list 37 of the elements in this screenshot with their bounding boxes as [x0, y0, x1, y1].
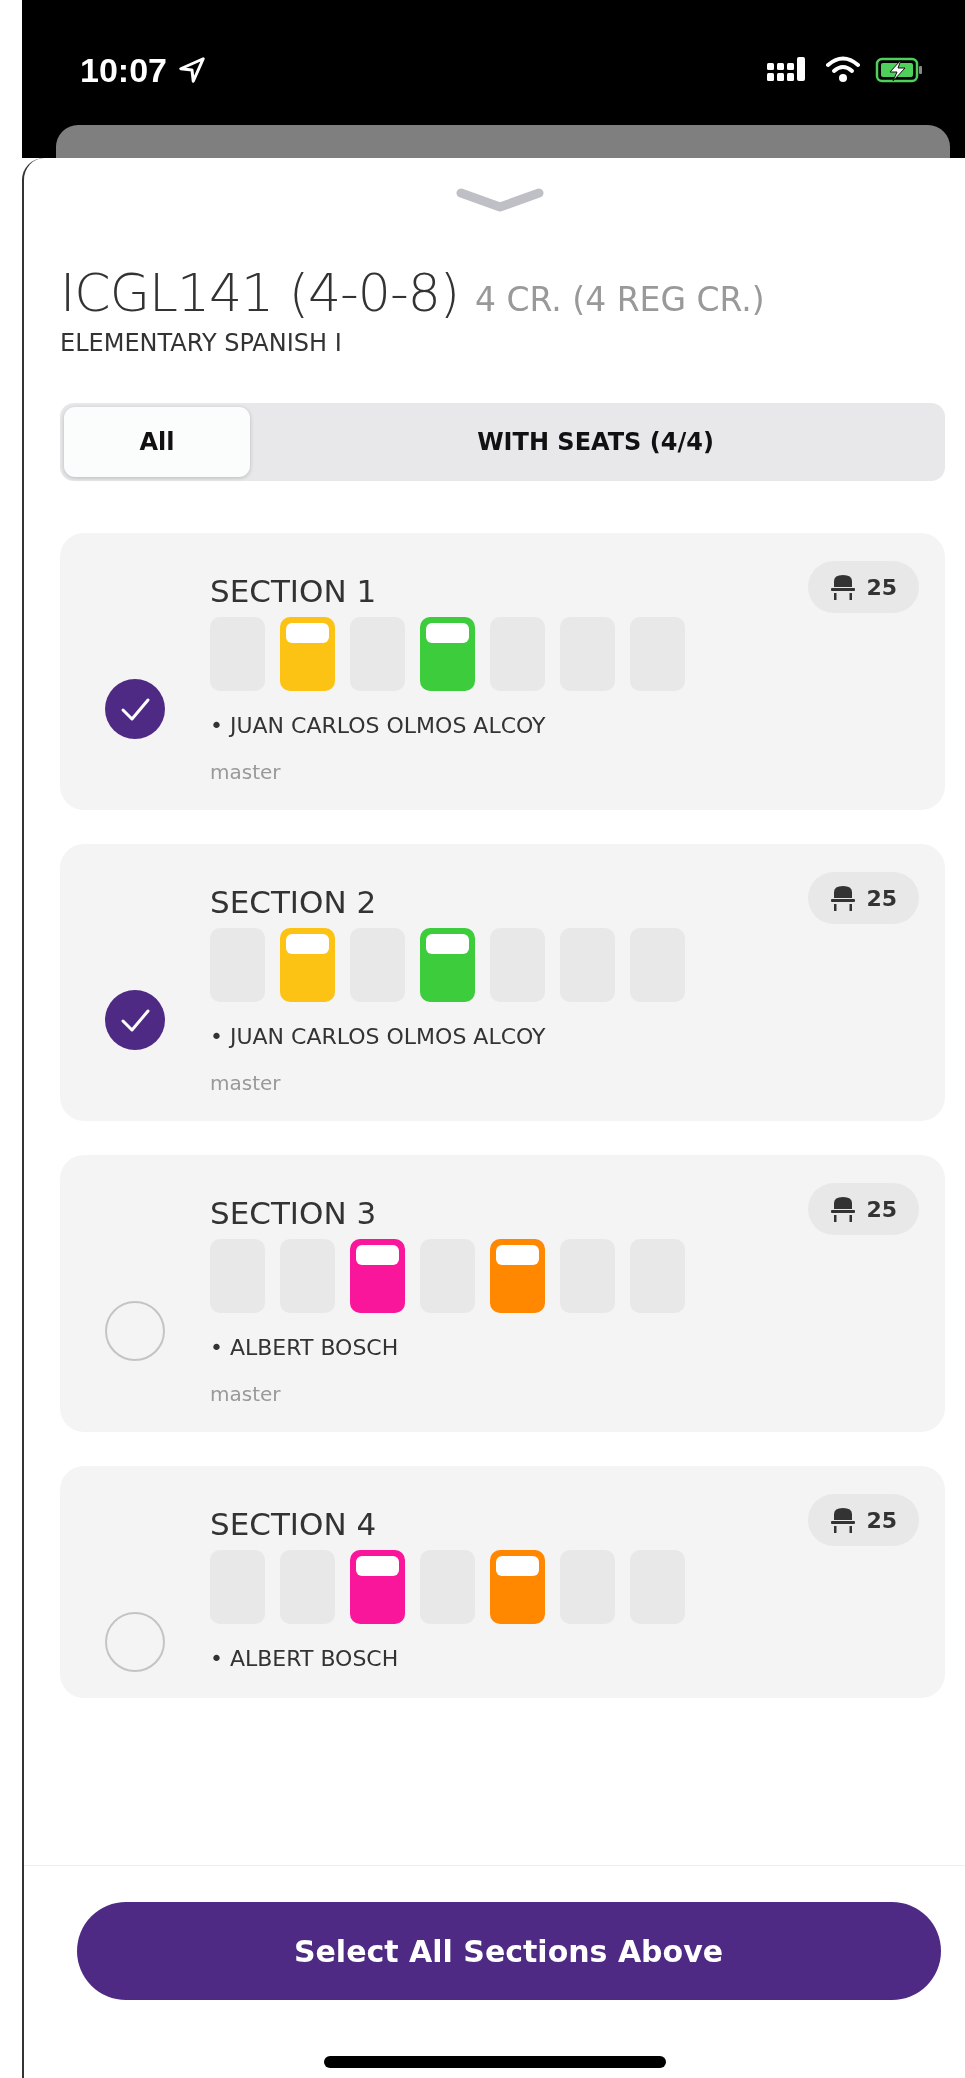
course-name: ELEMENTARY SPANISH I	[60, 329, 343, 357]
section-card[interactable]: SECTION 4 25 • ALBERT BOSCH	[60, 1466, 945, 1698]
status-time: 10:07	[80, 50, 167, 90]
instructor-name: • ALBERT BOSCH	[210, 1646, 400, 1671]
section-note: master	[210, 1071, 282, 1095]
instructor-name: • ALBERT BOSCH	[210, 1335, 400, 1360]
checked-circle-icon[interactable]	[105, 990, 165, 1050]
section-card[interactable]: SECTION 2 25 • JUAN CARLOS OLMOS ALCOY master	[60, 844, 945, 1121]
course-code: ICGL141 (4-0-8)	[60, 263, 460, 323]
seats-count: 25	[866, 1196, 897, 1222]
section-card[interactable]: SECTION 3 25 • ALBERT BOSCH master	[60, 1155, 945, 1432]
chair-icon	[830, 884, 857, 912]
section-note: master	[210, 760, 282, 784]
location-arrow-icon	[176, 55, 207, 85]
course-credits: 4 CR. (4 REG CR.)	[475, 280, 765, 319]
wifi-icon	[825, 55, 861, 85]
empty-circle-icon[interactable]	[105, 1612, 165, 1672]
battery-charging-icon	[875, 55, 925, 85]
section-title: SECTION 4	[210, 1506, 377, 1542]
seats-count: 25	[866, 885, 897, 911]
chair-icon	[830, 573, 857, 601]
section-title: SECTION 1	[210, 573, 377, 609]
checked-circle-icon[interactable]	[105, 679, 165, 739]
chair-icon	[830, 1195, 857, 1223]
seats-count: 25	[866, 574, 897, 600]
section-card[interactable]: SECTION 1 25 • JUAN CARLOS OLMOS ALCOY master	[60, 533, 945, 810]
seats-count: 25	[866, 1507, 897, 1533]
filter-tab[interactable]: WITH SEATS (4/4)	[250, 407, 941, 477]
section-title: SECTION 2	[210, 884, 377, 920]
select-all-button[interactable]: Select All Sections Above	[76, 1902, 941, 2000]
instructor-name: • JUAN CARLOS OLMOS ALCOY	[210, 1024, 547, 1049]
section-title: SECTION 3	[210, 1195, 377, 1231]
section-note: master	[210, 1382, 282, 1406]
chair-icon	[830, 1506, 857, 1534]
instructor-name: • JUAN CARLOS OLMOS ALCOY	[210, 713, 547, 738]
filter-tab[interactable]: All	[64, 407, 250, 477]
empty-circle-icon[interactable]	[105, 1301, 165, 1361]
